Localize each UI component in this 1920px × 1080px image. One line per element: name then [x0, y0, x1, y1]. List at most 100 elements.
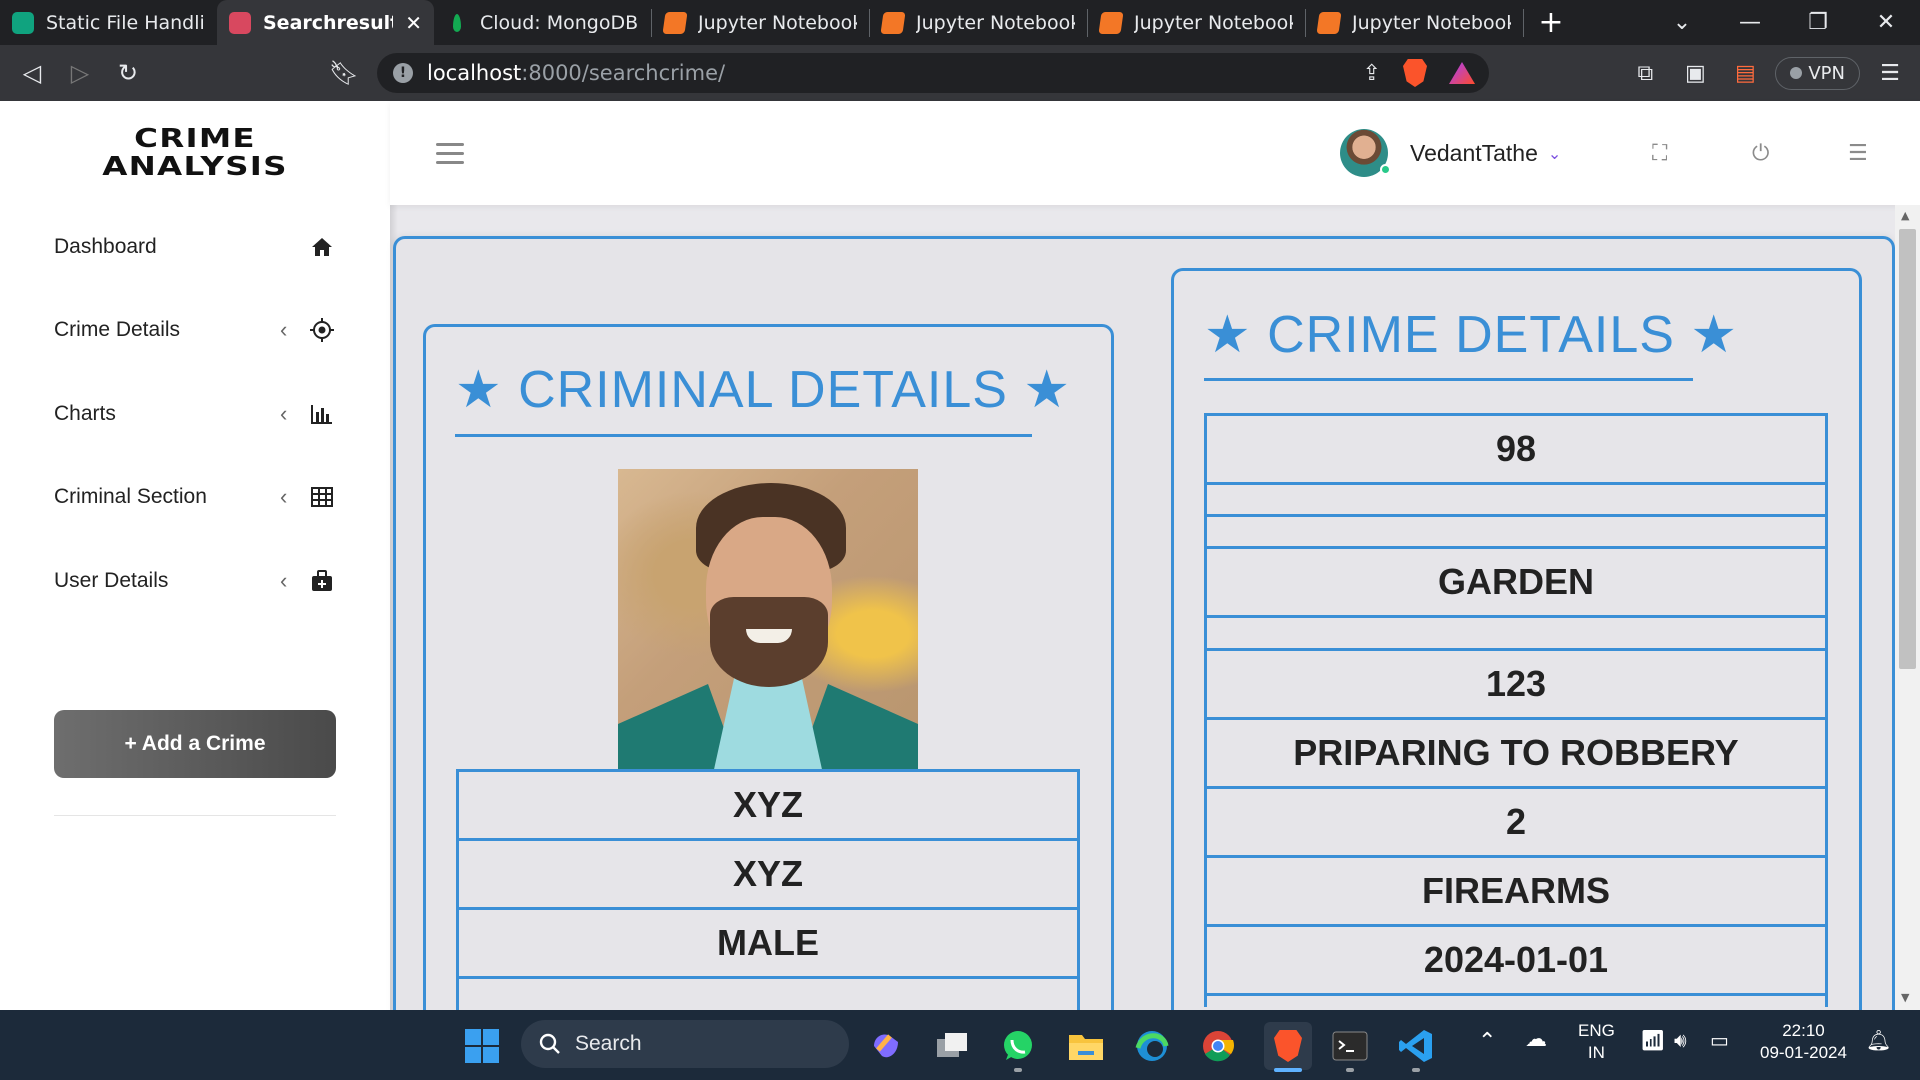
add-crime-button[interactable]: + Add a Crime	[54, 710, 336, 778]
sidebar-item-label: Crime Details	[54, 318, 181, 342]
terminal-icon[interactable]	[1330, 1026, 1370, 1066]
bar-chart-icon	[308, 404, 336, 424]
settings-list-icon[interactable]: ☰	[1848, 141, 1868, 166]
jupyter-icon	[1098, 11, 1124, 34]
language-indicator[interactable]: ENG IN	[1578, 1020, 1615, 1064]
address-bar[interactable]: ! localhost:8000/searchcrime/ ⇪ 1	[377, 53, 1489, 93]
brave-shields-icon[interactable]	[1403, 59, 1427, 87]
vpn-label: VPN	[1808, 62, 1845, 84]
crime-details-title: ★ CRIME DETAILS ★	[1204, 306, 1739, 364]
show-hidden-icons-chevron-icon[interactable]: ⌃	[1478, 1030, 1496, 1052]
reload-icon[interactable]: ↻	[104, 59, 152, 87]
scroll-up-icon[interactable]: ▲	[1901, 209, 1909, 222]
crime-description: PRIPARING TO ROBBERY	[1207, 717, 1825, 786]
browser-tab[interactable]: Cloud: MongoDB Cl	[434, 0, 651, 45]
table-grid-icon	[308, 487, 336, 508]
brand-line-2: ANALYSIS	[102, 152, 288, 182]
wifi-icon[interactable]: 📶︎	[1640, 1030, 1665, 1052]
crime-code: 123	[1207, 648, 1825, 717]
sidebar-menu: Dashboard Crime Details ‹ Charts ‹ Crimi…	[54, 205, 336, 623]
back-icon[interactable]: ◁	[8, 59, 56, 87]
chevron-left-icon: ‹	[280, 317, 288, 343]
url-text[interactable]: localhost:8000/searchcrime/	[427, 61, 725, 85]
scrollbar-thumb[interactable]	[1899, 229, 1916, 669]
power-icon[interactable]: ⏻	[1752, 141, 1769, 166]
wallet-icon[interactable]: ▤	[1725, 61, 1765, 86]
brave-rewards-icon[interactable]: 1	[1449, 62, 1475, 84]
browser-tab-active[interactable]: Searchresult ✕	[217, 0, 434, 45]
tab-search-chevron-icon[interactable]: ⌄	[1648, 10, 1716, 35]
criminal-empty-row	[459, 976, 1077, 1010]
windows-start-icon[interactable]	[462, 1026, 502, 1066]
avatar[interactable]	[1340, 129, 1391, 177]
fullscreen-icon[interactable]: ⛶	[1652, 141, 1667, 166]
top-header: VedantTathe ⌄ ⛶ ⏻ ☰	[390, 101, 1920, 205]
volume-icon[interactable]: 🔊︎	[1674, 1030, 1687, 1052]
sidebar-item-user-details[interactable]: User Details ‹	[54, 539, 336, 623]
vpn-button[interactable]: VPN	[1775, 56, 1860, 90]
minimize-icon[interactable]: —	[1716, 10, 1784, 35]
onedrive-cloud-icon[interactable]: ☁	[1525, 1028, 1547, 1050]
browser-toolbar: ◁ ▷ ↻ 🔖︎ ! localhost:8000/searchcrime/ ⇪…	[0, 45, 1920, 101]
copilot-icon[interactable]	[866, 1026, 906, 1066]
tab-title: Cloud: MongoDB Cl	[480, 11, 639, 34]
sidebar-item-crime-details[interactable]: Crime Details ‹	[54, 289, 336, 373]
task-view-icon[interactable]	[932, 1026, 972, 1066]
share-icon[interactable]: ⇪	[1363, 61, 1381, 86]
site-info-icon[interactable]: !	[393, 63, 413, 83]
battery-icon[interactable]: ▭	[1710, 1030, 1729, 1052]
page-scrollbar[interactable]: ▲ ▼	[1895, 205, 1920, 1010]
search-icon	[539, 1033, 560, 1054]
crime-date: 2024-01-01	[1207, 924, 1825, 993]
sidebar-item-dashboard[interactable]: Dashboard	[54, 205, 336, 289]
jupyter-icon	[1316, 11, 1342, 34]
criminal-first-name: XYZ	[459, 769, 1077, 838]
browser-tab[interactable]: Jupyter Notebook	[1088, 0, 1305, 45]
user-menu[interactable]: VedantTathe ⌄	[1340, 129, 1561, 177]
username[interactable]: VedantTathe	[1410, 140, 1538, 167]
edge-icon[interactable]	[1132, 1026, 1172, 1066]
extensions-icon[interactable]: ⧉	[1625, 61, 1665, 86]
chrome-icon[interactable]	[1198, 1026, 1238, 1066]
sidebar-toggle-icon[interactable]: ▣	[1675, 61, 1715, 86]
close-tab-icon[interactable]: ✕	[405, 11, 422, 35]
jupyter-icon	[662, 11, 688, 34]
sidebar-item-criminal-section[interactable]: Criminal Section ‹	[54, 456, 336, 540]
sidebar-item-charts[interactable]: Charts ‹	[54, 372, 336, 456]
tab-title: Jupyter Notebook	[698, 11, 857, 34]
browser-tab[interactable]: Jupyter Notebook	[652, 0, 869, 45]
mongodb-leaf-icon	[446, 12, 468, 34]
new-tab-button[interactable]: +	[1524, 0, 1578, 45]
file-explorer-icon[interactable]	[1066, 1026, 1106, 1066]
sidebar: CRIME ANALYSIS Dashboard Crime Details ‹…	[0, 101, 390, 1010]
vpn-status-icon	[1790, 67, 1803, 79]
clock[interactable]: 22:10 09-01-2024	[1760, 1020, 1847, 1064]
criminal-title-underline	[455, 434, 1032, 437]
crime-count: 2	[1207, 786, 1825, 855]
browser-tab[interactable]: Static File Handling i	[0, 0, 217, 45]
restore-icon[interactable]: ❐	[1784, 10, 1852, 35]
whatsapp-icon[interactable]	[998, 1026, 1038, 1066]
chevron-down-icon[interactable]: ⌄	[1548, 144, 1561, 163]
brand-line-1: CRIME	[134, 124, 256, 154]
sidebar-item-label: User Details	[54, 568, 169, 592]
close-window-icon[interactable]: ✕	[1852, 10, 1920, 35]
notification-bell-icon[interactable]: 🔔︎	[1866, 1030, 1891, 1052]
forward-icon[interactable]: ▷	[56, 59, 104, 87]
chevron-left-icon: ‹	[280, 484, 288, 510]
tab-title: Static File Handling i	[46, 11, 205, 34]
terminal-running-indicator	[1346, 1068, 1354, 1072]
bookmark-icon[interactable]: 🔖︎	[320, 59, 368, 87]
criminal-details-title: ★ CRIMINAL DETAILS ★	[455, 361, 1071, 419]
brave-taskbar-icon[interactable]	[1264, 1022, 1312, 1070]
browser-tab[interactable]: Jupyter Notebook	[1306, 0, 1523, 45]
taskbar-search[interactable]: Search	[521, 1020, 849, 1068]
tab-title: Jupyter Notebook	[916, 11, 1075, 34]
hamburger-menu-icon[interactable]	[436, 143, 464, 170]
vscode-icon[interactable]	[1396, 1026, 1436, 1066]
scroll-down-icon[interactable]: ▼	[1901, 991, 1909, 1004]
brand-logo[interactable]: CRIME ANALYSIS	[0, 101, 439, 205]
browser-tab[interactable]: Jupyter Notebook	[870, 0, 1087, 45]
browser-menu-icon[interactable]: ☰	[1870, 61, 1910, 86]
vscode-running-indicator	[1412, 1068, 1420, 1072]
